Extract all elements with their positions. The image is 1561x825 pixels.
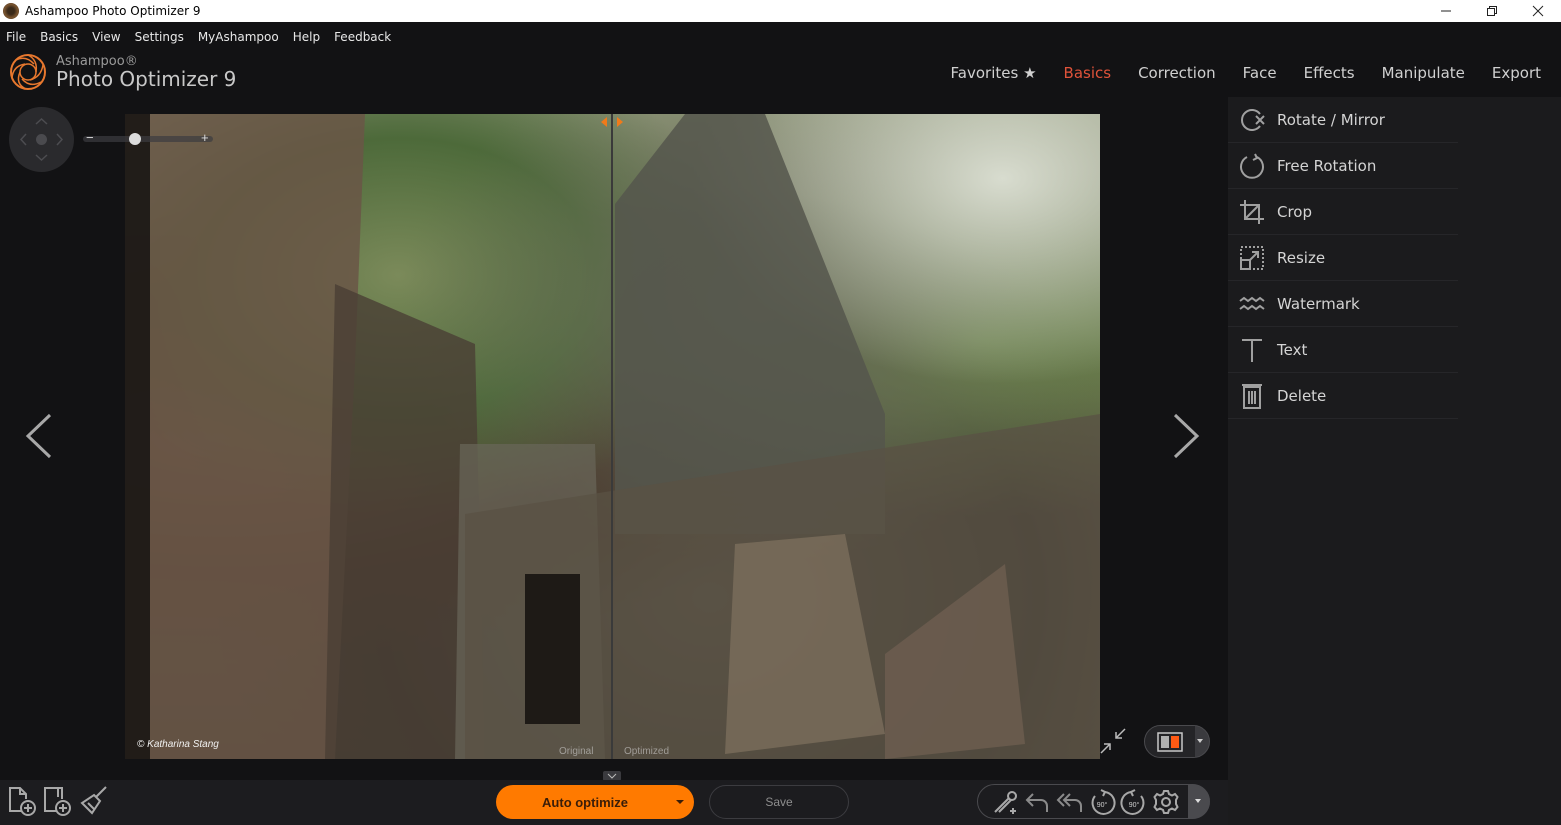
aperture-logo-icon: [10, 54, 46, 90]
watermark-icon: [1238, 290, 1266, 318]
free-rotation-icon: [1238, 152, 1266, 180]
chevron-left-icon: [25, 413, 52, 459]
caret-down-icon: [1195, 799, 1201, 803]
tab-export[interactable]: Export: [1492, 64, 1541, 82]
sidebar-item-rotate-mirror[interactable]: Rotate / Mirror: [1228, 97, 1458, 143]
add-folder-icon[interactable]: [42, 785, 75, 817]
title-bar: Ashampoo Photo Optimizer 9: [0, 0, 1561, 22]
add-file-icon[interactable]: [6, 785, 39, 817]
compare-split-line[interactable]: [611, 114, 613, 759]
tab-correction[interactable]: Correction: [1138, 64, 1216, 82]
brand-company: Ashampoo®: [56, 53, 138, 69]
auto-optimize-dropdown-icon[interactable]: [676, 800, 684, 804]
resize-icon: [1238, 244, 1266, 272]
menu-file[interactable]: File: [6, 30, 26, 44]
rotate-mirror-icon: [1238, 106, 1266, 134]
category-tabs: Favorites ★ Basics Correction Face Effec…: [924, 64, 1541, 82]
brand-logo: Ashampoo® Photo Optimizer 9: [8, 52, 236, 92]
previous-image-button[interactable]: [25, 413, 55, 459]
clean-brush-icon[interactable]: [78, 785, 111, 817]
next-image-button[interactable]: [1170, 413, 1200, 459]
split-handle-right-icon[interactable]: [617, 117, 623, 127]
window-title: Ashampoo Photo Optimizer 9: [25, 4, 201, 18]
tab-basics[interactable]: Basics: [1064, 64, 1112, 82]
label-optimized: Optimized: [624, 746, 670, 757]
pan-right-icon[interactable]: [56, 133, 64, 146]
menu-feedback[interactable]: Feedback: [334, 30, 391, 44]
sidebar-item-resize[interactable]: Resize: [1228, 235, 1458, 281]
window-controls: [1423, 0, 1561, 22]
delete-icon: [1238, 382, 1266, 410]
pan-left-icon[interactable]: [19, 133, 27, 146]
zoom-out-icon[interactable]: −: [86, 130, 94, 145]
sidebar-item-label: Crop: [1277, 202, 1313, 221]
sidebar-item-label: Delete: [1277, 386, 1327, 405]
compare-view-toggle[interactable]: [1144, 725, 1210, 758]
file-actions: [6, 785, 114, 817]
brand-product: Photo Optimizer 9: [56, 66, 237, 91]
app-icon: [3, 3, 19, 19]
chevron-right-icon: [1173, 413, 1200, 459]
minimize-icon[interactable]: [1423, 0, 1469, 22]
pan-navigator[interactable]: [9, 107, 74, 172]
zoom-in-icon[interactable]: +: [201, 130, 209, 145]
label-original: Original: [559, 746, 594, 757]
text-icon: [1238, 336, 1266, 364]
sidebar-item-label: Watermark: [1277, 294, 1360, 313]
sidebar-item-label: Free Rotation: [1277, 156, 1377, 175]
pan-up-icon[interactable]: [35, 117, 48, 125]
sidebar-item-label: Text: [1277, 340, 1308, 359]
settings-gear-icon[interactable]: [1150, 787, 1182, 817]
chevron-down-icon: [607, 773, 617, 779]
rotate-left-90-icon[interactable]: 90°: [1086, 787, 1118, 817]
rotate-right-90-icon[interactable]: 90°: [1118, 787, 1150, 817]
fit-to-window-icon[interactable]: [1099, 727, 1127, 755]
sidebar-item-watermark[interactable]: Watermark: [1228, 281, 1458, 327]
crop-icon: [1238, 198, 1266, 226]
sidebar-item-text[interactable]: Text: [1228, 327, 1458, 373]
close-icon[interactable]: [1515, 0, 1561, 22]
compare-dropdown-caret-icon[interactable]: [1197, 739, 1203, 743]
zoom-slider[interactable]: − +: [83, 130, 213, 146]
tab-effects[interactable]: Effects: [1304, 64, 1355, 82]
split-handle-left-icon[interactable]: [601, 117, 607, 127]
pan-center-icon[interactable]: [36, 134, 47, 145]
sidebar-item-free-rotation[interactable]: Free Rotation: [1228, 143, 1458, 189]
restore-icon[interactable]: [1469, 0, 1515, 22]
edit-tools-group: 90° 90°: [977, 784, 1210, 819]
sidebar-item-label: Resize: [1277, 248, 1326, 267]
save-button[interactable]: Save: [709, 785, 849, 819]
menu-view[interactable]: View: [92, 30, 120, 44]
auto-optimize-label: Auto optimize: [542, 794, 628, 810]
split-view-icon: [1157, 731, 1183, 752]
save-label: Save: [765, 795, 793, 809]
photo-credit: © Katharina Stang: [137, 739, 219, 750]
auto-optimize-button[interactable]: Auto optimize: [496, 785, 694, 819]
menu-help[interactable]: Help: [293, 30, 320, 44]
undo-all-icon[interactable]: [1054, 787, 1086, 817]
zoom-knob[interactable]: [128, 133, 141, 145]
pan-down-icon[interactable]: [35, 154, 48, 162]
zoom-track[interactable]: [83, 136, 213, 142]
tab-face[interactable]: Face: [1243, 64, 1277, 82]
tools-sidebar: Rotate / Mirror Free Rotation Crop Resiz…: [1228, 97, 1561, 825]
sidebar-item-crop[interactable]: Crop: [1228, 189, 1458, 235]
rotate-left-label: 90°: [1097, 801, 1108, 809]
sidebar-item-delete[interactable]: Delete: [1228, 373, 1458, 419]
tab-manipulate[interactable]: Manipulate: [1382, 64, 1465, 82]
menu-bar: File Basics View Settings MyAshampoo Hel…: [0, 26, 405, 48]
tab-favorites[interactable]: Favorites ★: [951, 64, 1037, 82]
menu-myashampoo[interactable]: MyAshampoo: [198, 30, 279, 44]
menu-basics[interactable]: Basics: [40, 30, 78, 44]
magic-wand-icon[interactable]: [990, 787, 1022, 817]
undo-icon[interactable]: [1022, 787, 1054, 817]
menu-settings[interactable]: Settings: [135, 30, 184, 44]
sidebar-item-label: Rotate / Mirror: [1277, 110, 1385, 129]
rotate-right-label: 90°: [1129, 801, 1140, 809]
